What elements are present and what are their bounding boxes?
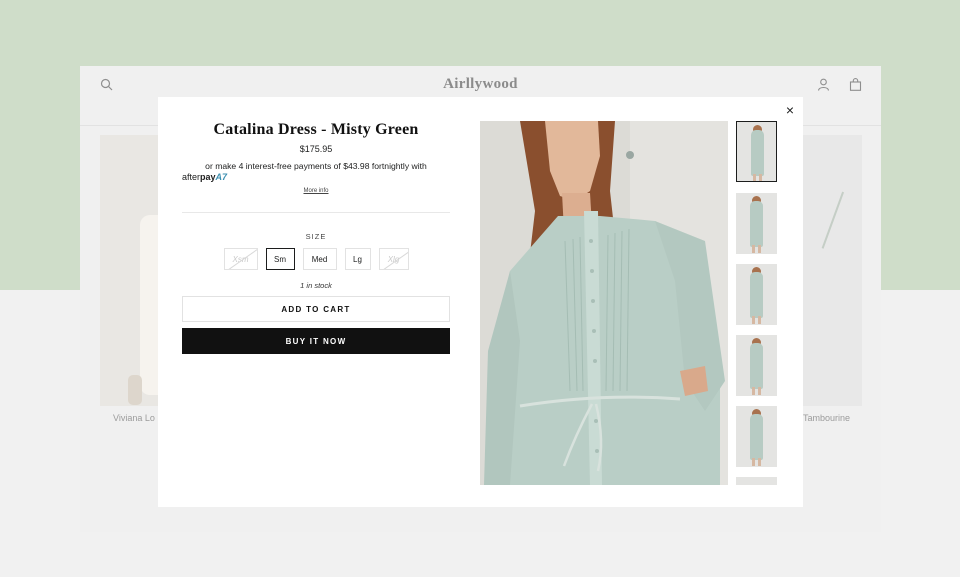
stock-status: 1 in stock [300,281,332,290]
thumbnail-figure [750,272,763,318]
size-option-sm[interactable]: Sm [265,248,295,270]
thumbnail-figure-leg [752,387,755,395]
buy-it-now-button[interactable]: BUY IT NOW [182,328,450,354]
size-label: SIZE [305,232,327,241]
afterpay-word: after [182,172,201,182]
thumbnail-figure-leg [759,174,762,181]
thumbnail-figure-leg [758,387,761,395]
product-main-image[interactable] [480,121,728,485]
afterpay-pay: pay [200,172,216,182]
thumbnail-5[interactable] [736,406,777,467]
installments-text: or make 4 interest-free payments of $43.… [205,161,427,171]
cart-icon[interactable] [849,78,862,96]
afterpay-mark-icon: A7 [215,172,228,182]
product-caption-right[interactable]: Tambourine [803,413,850,423]
product-caption-left[interactable]: Viviana Lo [113,413,155,423]
close-icon[interactable]: × [783,103,797,117]
product-image-left-bag [128,375,142,405]
thumbnail-figure-leg [752,245,755,253]
more-info-link[interactable]: More info [182,188,450,194]
afterpay-logo: afterpayA7 [182,172,450,183]
size-option-xsm[interactable]: Xsm [223,248,258,270]
thumbnail-figure-leg [758,316,761,324]
add-to-cart-button[interactable]: ADD TO CART [182,296,450,322]
size-option-xlg[interactable]: Xlg [378,248,409,270]
thumbnail-3[interactable] [736,264,777,325]
thumbnail-2[interactable] [736,193,777,254]
thumbnail-figure [750,414,763,460]
product-title: Catalina Dress - Misty Green [213,121,419,138]
thumbnail-figure [750,343,763,389]
product-info: Catalina Dress - Misty Green $175.95 or … [182,121,450,354]
plant-decoration [821,191,862,259]
thumbnail-6[interactable] [736,477,777,485]
thumbnail-figure-leg [753,174,756,181]
store-logo[interactable]: Airllywood [80,76,881,93]
thumbnail-figure-leg [752,316,755,324]
thumbnail-strip [735,121,778,485]
thumbnail-figure-leg [758,458,761,466]
size-option-lg[interactable]: Lg [344,248,371,270]
thumbnail-figure [750,201,763,247]
thumbnail-4[interactable] [736,335,777,396]
product-price: $175.95 [299,144,333,154]
thumbnail-1[interactable] [736,121,777,182]
size-selector: Xsm Sm Med Lg Xlg [182,248,450,270]
size-option-med[interactable]: Med [302,248,337,270]
installments-message: or make 4 interest-free payments of $43.… [182,160,450,183]
thumbnail-figure [751,130,764,176]
thumbnail-figure-leg [758,245,761,253]
account-icon[interactable] [817,78,830,96]
thumbnail-figure-leg [752,458,755,466]
divider [182,212,450,213]
quick-view-modal: × Catalina Dress - Misty Green $175.95 o… [158,97,803,507]
